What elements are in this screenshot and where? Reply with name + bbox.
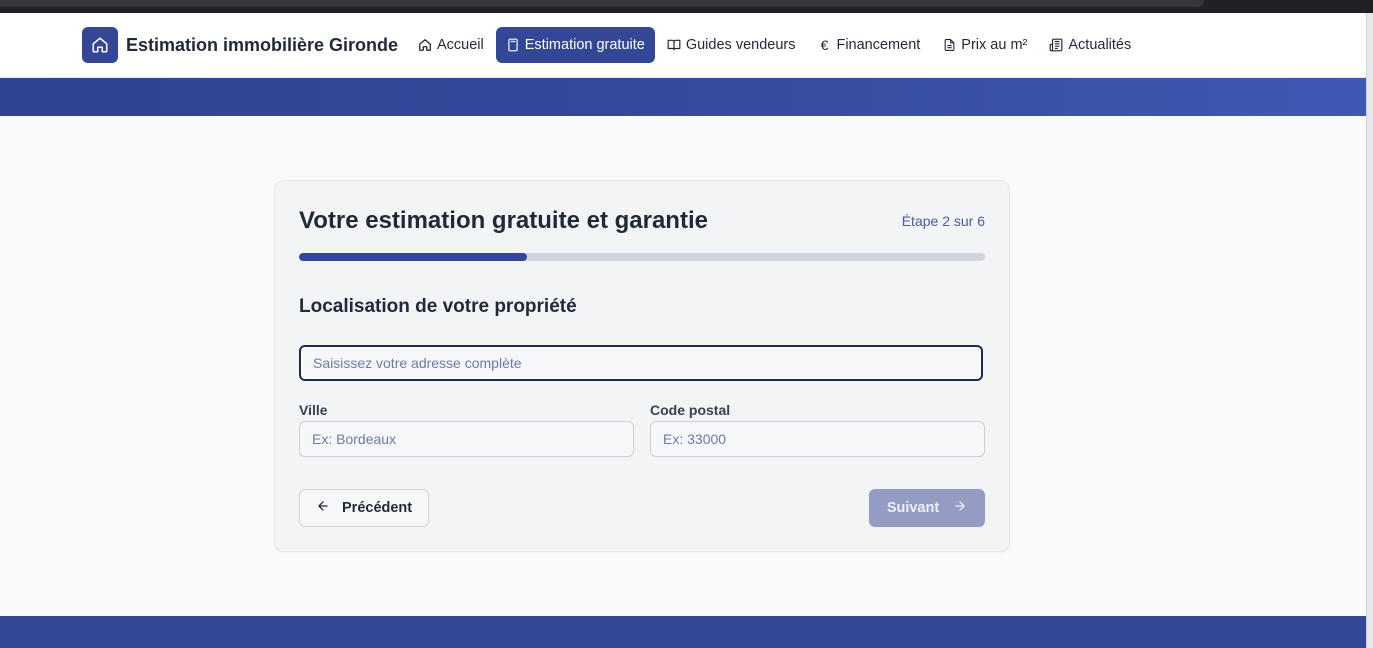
postal-code-input[interactable] [650, 421, 985, 457]
address-input[interactable] [299, 345, 983, 381]
file-text-icon [942, 38, 956, 52]
next-button[interactable]: Suivant [869, 489, 985, 527]
newspaper-icon [1049, 38, 1063, 52]
browser-address-bar[interactable] [0, 0, 1204, 7]
home-icon [418, 38, 432, 52]
nav-item-financement[interactable]: € Financement [807, 27, 930, 63]
nav-item-estimation[interactable]: Estimation gratuite [495, 27, 655, 63]
nav-item-guides[interactable]: Guides vendeurs [657, 27, 806, 63]
hero-banner [0, 78, 1367, 116]
arrow-right-icon [953, 499, 967, 517]
site-header: Estimation immobilière Gironde Accueil E… [0, 13, 1367, 78]
nav-item-actualites[interactable]: Actualités [1039, 27, 1141, 63]
section-title: Localisation de votre propriété [299, 296, 577, 317]
estimation-form-card: Votre estimation gratuite et garantie Ét… [274, 180, 1010, 552]
nav-item-label: Actualités [1068, 37, 1132, 53]
browser-top-strip [0, 0, 1373, 13]
nav-item-prix[interactable]: Prix au m² [932, 27, 1037, 63]
page-scrollbar[interactable] [1366, 13, 1373, 648]
euro-icon: € [820, 37, 829, 53]
progress-bar-fill [299, 253, 528, 261]
city-input[interactable] [299, 421, 634, 457]
nav-item-label: Accueil [437, 37, 484, 53]
calculator-icon [506, 38, 520, 52]
nav-item-label: Financement [836, 37, 921, 53]
nav-item-label: Prix au m² [961, 37, 1028, 53]
city-label: Ville [299, 402, 328, 418]
brand[interactable]: Estimation immobilière Gironde [82, 27, 398, 63]
progress-bar [299, 253, 985, 261]
brand-title: Estimation immobilière Gironde [126, 34, 399, 55]
home-icon [82, 27, 118, 63]
nav-item-label: Estimation gratuite [524, 37, 645, 53]
previous-button-label: Précédent [342, 500, 413, 516]
form-title: Votre estimation gratuite et garantie [299, 207, 708, 234]
previous-button[interactable]: Précédent [299, 489, 430, 527]
main-nav: Accueil Estimation gratuite Guides vende… [408, 27, 1141, 63]
postal-code-label: Code postal [650, 402, 731, 418]
book-open-icon [667, 38, 681, 52]
nav-item-accueil[interactable]: Accueil [408, 27, 494, 63]
nav-item-label: Guides vendeurs [685, 37, 796, 53]
site-footer [0, 616, 1367, 648]
next-button-label: Suivant [886, 500, 940, 516]
step-indicator: Étape 2 sur 6 [901, 213, 985, 229]
arrow-left-icon [316, 499, 330, 517]
